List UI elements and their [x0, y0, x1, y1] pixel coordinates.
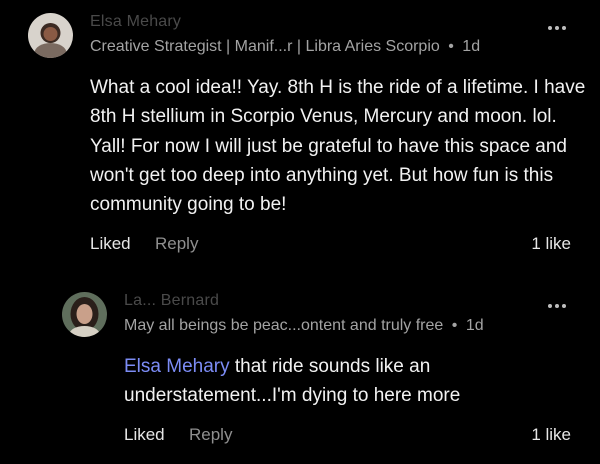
- reply-button[interactable]: Reply: [155, 234, 198, 254]
- timestamp: 1d: [462, 38, 481, 55]
- more-options-icon[interactable]: [548, 26, 566, 30]
- separator-dot: •: [451, 317, 458, 334]
- more-options-icon[interactable]: [548, 304, 566, 308]
- comment-body: What a cool idea!! Yay. 8th H is the rid…: [90, 77, 586, 216]
- likes-count[interactable]: 1 like: [531, 425, 571, 445]
- reply-author-name[interactable]: La... Bernard: [124, 292, 219, 310]
- likes-count[interactable]: 1 like: [531, 234, 571, 254]
- reply-button[interactable]: Reply: [189, 425, 232, 445]
- separator-dot: •: [448, 38, 454, 55]
- comment-author-headline: Creative Strategist | Manif...r | Libra …: [90, 38, 480, 56]
- comment-author-avatar[interactable]: [28, 13, 73, 58]
- reply-author-avatar[interactable]: [62, 292, 107, 337]
- reply-author-headline: May all beings be peac...ontent and trul…: [124, 317, 484, 335]
- headline-text: Creative Strategist | Manif...r | Libra …: [90, 38, 440, 55]
- reply-body: Elsa Mehary that ride sounds like an und…: [124, 352, 524, 411]
- liked-button[interactable]: Liked: [90, 234, 131, 254]
- avatar-image: [28, 13, 73, 58]
- avatar-image: [62, 292, 107, 337]
- liked-button[interactable]: Liked: [124, 425, 165, 445]
- mention-link[interactable]: Elsa Mehary: [124, 356, 230, 377]
- timestamp: 1d: [465, 317, 484, 334]
- comment-author-name[interactable]: Elsa Mehary: [90, 13, 181, 31]
- headline-text: May all beings be peac...ontent and trul…: [124, 317, 444, 334]
